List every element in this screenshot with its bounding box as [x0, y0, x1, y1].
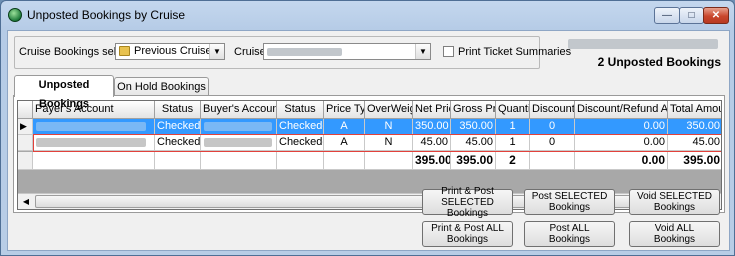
cruise-info-redacted [568, 39, 718, 49]
row-pointer-icon: ▶ [18, 119, 33, 135]
void-all-button[interactable]: Void ALL Bookings [629, 221, 720, 247]
col-overweight[interactable]: OverWeight [365, 101, 413, 119]
print-summaries-checkbox[interactable] [443, 46, 454, 57]
buyer-account-redacted [204, 138, 272, 147]
gross-price-cell[interactable]: 45.00 [451, 135, 496, 151]
buyer-status-cell[interactable]: Checked-In [277, 119, 324, 135]
col-quantity[interactable]: Quantity [496, 101, 530, 119]
discount-refund-cell[interactable]: 0.00 [575, 119, 668, 135]
filter-group: Cruise Bookings selection: Previous Crui… [14, 36, 571, 69]
buyer-account-redacted [204, 122, 272, 131]
total-amount: 395.00 [668, 152, 721, 170]
total-empty-cell [155, 152, 201, 170]
discount-percent-cell[interactable]: 0 [530, 119, 575, 135]
row-header-cell [18, 152, 33, 170]
col-price-type[interactable]: Price Type [324, 101, 365, 119]
total-empty-cell [365, 152, 413, 170]
minimize-button[interactable]: — [654, 7, 680, 24]
chevron-down-icon: ▼ [209, 44, 224, 59]
payer-account-redacted [36, 122, 146, 131]
app-globe-icon [8, 8, 22, 22]
col-discount-refund[interactable]: Discount/Refund Amount [575, 101, 668, 119]
col-net-price[interactable]: Net Price [413, 101, 451, 119]
print-post-selected-button[interactable]: Print & Post SELECTED Bookings [422, 186, 513, 219]
total-empty-cell [201, 152, 277, 170]
gross-price-cell[interactable]: 350.00 [451, 119, 496, 135]
post-selected-button[interactable]: Post SELECTED Bookings [524, 189, 615, 215]
col-buyer-status[interactable]: Status [277, 101, 324, 119]
col-buyers-account[interactable]: Buyer's Account [201, 101, 277, 119]
bookings-panel: Payer's Account Status Buyer's Account S… [13, 95, 725, 213]
window-title: Unposted Bookings by Cruise [27, 8, 186, 22]
row-header-cell [18, 135, 33, 151]
selection-value: Previous Cruises [134, 45, 218, 57]
buyer-status-cell[interactable]: Checked-In [277, 135, 324, 151]
folder-icon [119, 46, 130, 56]
payer-account-cell[interactable] [33, 135, 155, 151]
buyer-account-cell[interactable] [201, 135, 277, 151]
col-gross-price[interactable]: Gross Price [451, 101, 496, 119]
total-discount-refund: 0.00 [575, 152, 668, 170]
tab-unposted-bookings[interactable]: Unposted Bookings [14, 75, 114, 110]
print-post-all-button[interactable]: Print & Post ALL Bookings [422, 221, 513, 247]
cruise-selection-dropdown[interactable]: Previous Cruises ▼ [115, 43, 225, 60]
price-type-cell[interactable]: A [324, 135, 365, 151]
col-total-amount[interactable]: Total Amount [668, 101, 721, 119]
payer-account-cell[interactable] [33, 119, 155, 135]
total-empty-cell [33, 152, 155, 170]
overweight-cell[interactable]: N [365, 135, 413, 151]
tab-on-hold-bookings[interactable]: On Hold Bookings [114, 77, 209, 97]
total-empty-cell [324, 152, 365, 170]
row-header-corner [18, 101, 33, 119]
cruise-dropdown[interactable]: ▼ [263, 43, 431, 60]
close-button[interactable]: ✕ [703, 7, 729, 24]
void-selected-button[interactable]: Void SELECTED Bookings [629, 189, 720, 215]
print-summaries-label: Print Ticket Summaries [458, 46, 572, 58]
total-empty-cell [277, 152, 324, 170]
total-quantity: 2 [496, 152, 530, 170]
cruise-value-redacted [267, 48, 342, 56]
total-amount-cell[interactable]: 45.00 [668, 135, 721, 151]
status-cell[interactable]: Checked-In [155, 135, 201, 151]
net-price-cell[interactable]: 45.00 [413, 135, 451, 151]
main-window: Unposted Bookings by Cruise — □ ✕ Cruise… [0, 0, 735, 256]
status-cell[interactable]: Checked-In [155, 119, 201, 135]
unposted-count: 2 Unposted Bookings [597, 55, 721, 69]
post-all-button[interactable]: Post ALL Bookings [524, 221, 615, 247]
buyer-account-cell[interactable] [201, 119, 277, 135]
net-price-cell[interactable]: 350.00 [413, 119, 451, 135]
payer-account-redacted [36, 138, 146, 147]
quantity-cell[interactable]: 1 [496, 135, 530, 151]
quantity-cell[interactable]: 1 [496, 119, 530, 135]
scroll-left-icon[interactable]: ◀ [18, 194, 34, 209]
col-status[interactable]: Status [155, 101, 201, 119]
total-gross-price: 395.00 [451, 152, 496, 170]
overweight-cell[interactable]: N [365, 119, 413, 135]
total-empty-cell [530, 152, 575, 170]
total-net-price: 395.00 [413, 152, 451, 170]
title-bar: Unposted Bookings by Cruise — □ ✕ [1, 1, 734, 29]
total-amount-cell[interactable]: 350.00 [668, 119, 721, 135]
bookings-grid[interactable]: Payer's Account Status Buyer's Account S… [17, 100, 722, 210]
chevron-down-icon: ▼ [415, 44, 430, 59]
discount-refund-cell[interactable]: 0.00 [575, 135, 668, 151]
price-type-cell[interactable]: A [324, 119, 365, 135]
maximize-button[interactable]: □ [679, 7, 704, 24]
col-discount-percent[interactable]: Discount % [530, 101, 575, 119]
client-area: Cruise Bookings selection: Previous Crui… [7, 30, 730, 251]
discount-percent-cell[interactable]: 0 [530, 135, 575, 151]
horizontal-scrollbar[interactable]: ◀ ▶ [18, 193, 721, 209]
